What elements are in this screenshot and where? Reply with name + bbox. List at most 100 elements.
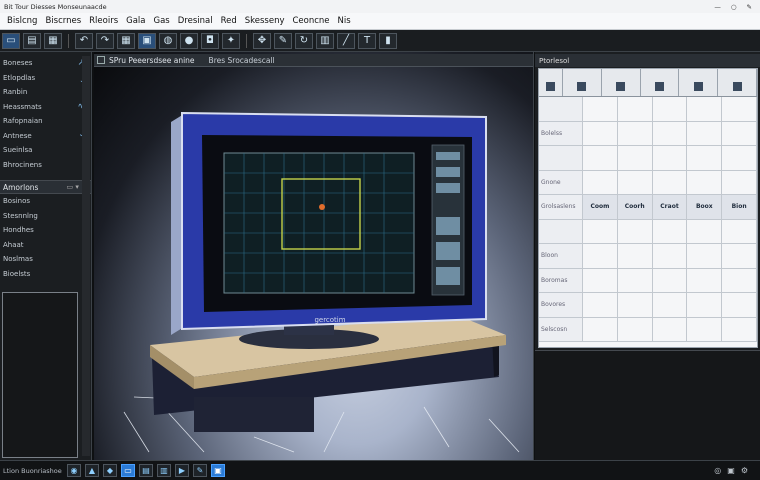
table-cell[interactable] [618,97,653,121]
section-item[interactable]: Stesnnlng▸ [0,209,91,224]
text-icon[interactable]: T [358,32,376,49]
table-cell[interactable] [722,121,757,145]
measure-icon[interactable]: ╱ [337,32,355,49]
panel-item[interactable]: Heassmats∿ [0,100,91,115]
layers-icon[interactable]: ▥ [316,32,334,49]
section-item[interactable]: Noslmas▸ [0,252,91,267]
table-row[interactable]: Selscosn [539,317,757,342]
align-icon[interactable]: ▮ [379,32,397,49]
table-cell[interactable] [583,97,618,121]
table-cell[interactable] [653,170,688,194]
redo-icon[interactable]: ↷ [96,32,114,49]
minimize-icon[interactable]: — [714,3,721,11]
menu-item-create[interactable]: Gala [122,16,149,26]
table-cell[interactable] [583,317,618,341]
menu-item-tools[interactable]: Gas [150,16,174,26]
viewport-tab-title[interactable]: SPru Peeersdsee anine [109,56,195,65]
pen-icon[interactable]: ✎ [747,3,752,11]
table-cell[interactable] [618,293,653,317]
menu-item-view[interactable]: Rleoirs [85,16,122,26]
property-table[interactable]: Bolelss Gnone Grolsaslens Coom Coorh Craot B… [538,68,758,348]
table-cell[interactable] [687,121,723,145]
menu-item-content[interactable]: Ceoncne [288,16,333,26]
column-header[interactable] [641,69,680,96]
sphere-icon[interactable]: ● [180,32,198,49]
table-cell[interactable] [653,97,688,121]
table-cell[interactable] [653,317,688,341]
table-cell[interactable] [583,268,618,292]
table-cell[interactable]: Bion [722,195,757,219]
table-row[interactable]: Bloon [539,244,757,269]
box-icon[interactable]: ▣ [138,32,156,49]
table-cell[interactable] [687,219,723,243]
save-icon[interactable]: ▦ [44,32,62,49]
left-scrollbar[interactable] [82,56,90,456]
drop-icon[interactable]: ◆ [103,464,117,477]
section-header[interactable]: Amorlons ▭ ▾ ✕ [0,180,91,194]
section-item[interactable]: Bioelsts [0,267,91,282]
table-row[interactable] [539,219,757,244]
table-cell[interactable]: Boox [687,195,723,219]
table-row[interactable]: Grolsaslens Coom Coorh Craot Boox Bion [539,195,757,220]
monitor-icon[interactable]: ▣ [727,466,735,475]
table-cell[interactable] [722,293,757,317]
section-item[interactable]: Hondhes▸ [0,223,91,238]
table-row[interactable]: Boromas [539,268,757,293]
menu-item-edit[interactable]: Biscrnes [41,16,85,26]
table-row[interactable]: Gnone [539,170,757,195]
table-cell[interactable] [687,170,723,194]
move-icon[interactable]: ✥ [253,32,271,49]
table-cell[interactable] [722,97,757,121]
sync-icon[interactable]: ◎ [714,466,721,475]
table-cell[interactable] [583,244,618,268]
table-row[interactable]: Bolelss [539,121,757,146]
panel-item[interactable]: Sueinlsa [0,143,91,158]
grid-icon[interactable]: ▦ [117,32,135,49]
rotate-icon[interactable]: ↻ [295,32,313,49]
3d-viewport[interactable]: SPru Peeersdsee anine Bres Srocadescall [94,52,534,460]
table-cell[interactable] [653,219,688,243]
3d-scene[interactable]: gercotim [94,67,534,460]
table-cell[interactable] [722,219,757,243]
viewport-tab-sub[interactable]: Bres Srocadescall [209,56,275,65]
maximize-icon[interactable]: ○ [731,3,737,11]
column-header[interactable] [718,69,757,96]
table-cell[interactable] [687,268,723,292]
section-item[interactable]: Ahaat▸ [0,238,91,253]
column-header[interactable] [539,69,563,96]
panel-item[interactable]: Ranbin [0,85,91,100]
open-folder-icon[interactable]: ▤ [23,32,41,49]
table-cell[interactable] [618,244,653,268]
panel-item[interactable]: Boneses↗ [0,56,91,71]
menu-item-window[interactable]: Red [217,16,241,26]
panel-item[interactable]: Rafopnaian [0,114,91,129]
table-cell[interactable] [653,146,688,170]
section-item[interactable]: Bosinos▸ [0,194,91,209]
cylinder-icon[interactable]: ◍ [159,32,177,49]
table-cell[interactable] [583,146,618,170]
table-cell[interactable] [618,146,653,170]
table-cell[interactable] [583,170,618,194]
camera-icon[interactable]: ◘ [201,32,219,49]
table-row[interactable]: Bovores [539,293,757,318]
table-cell[interactable] [722,317,757,341]
edit-icon[interactable]: ✎ [193,464,207,477]
image-icon[interactable]: ▣ [211,464,225,477]
table-cell[interactable]: Coorh [617,195,653,219]
warning-icon[interactable]: ▲ [85,464,99,477]
menu-item-help[interactable]: Nis [334,16,355,26]
panel-item[interactable]: Antnese⌁ [0,129,91,144]
table-cell[interactable] [653,268,688,292]
table-row[interactable] [539,97,757,122]
folder-icon[interactable]: ▤ [139,464,153,477]
settings-icon[interactable]: ⚙ [741,466,748,475]
table-cell[interactable] [653,244,688,268]
table-cell[interactable] [583,219,618,243]
table-cell[interactable] [722,268,757,292]
column-header[interactable] [563,69,602,96]
undo-icon[interactable]: ↶ [75,32,93,49]
table-cell[interactable] [687,293,723,317]
new-file-icon[interactable]: ▭ [2,32,20,49]
table-cell[interactable] [583,293,618,317]
window-icon[interactable]: ▭ [121,464,135,477]
